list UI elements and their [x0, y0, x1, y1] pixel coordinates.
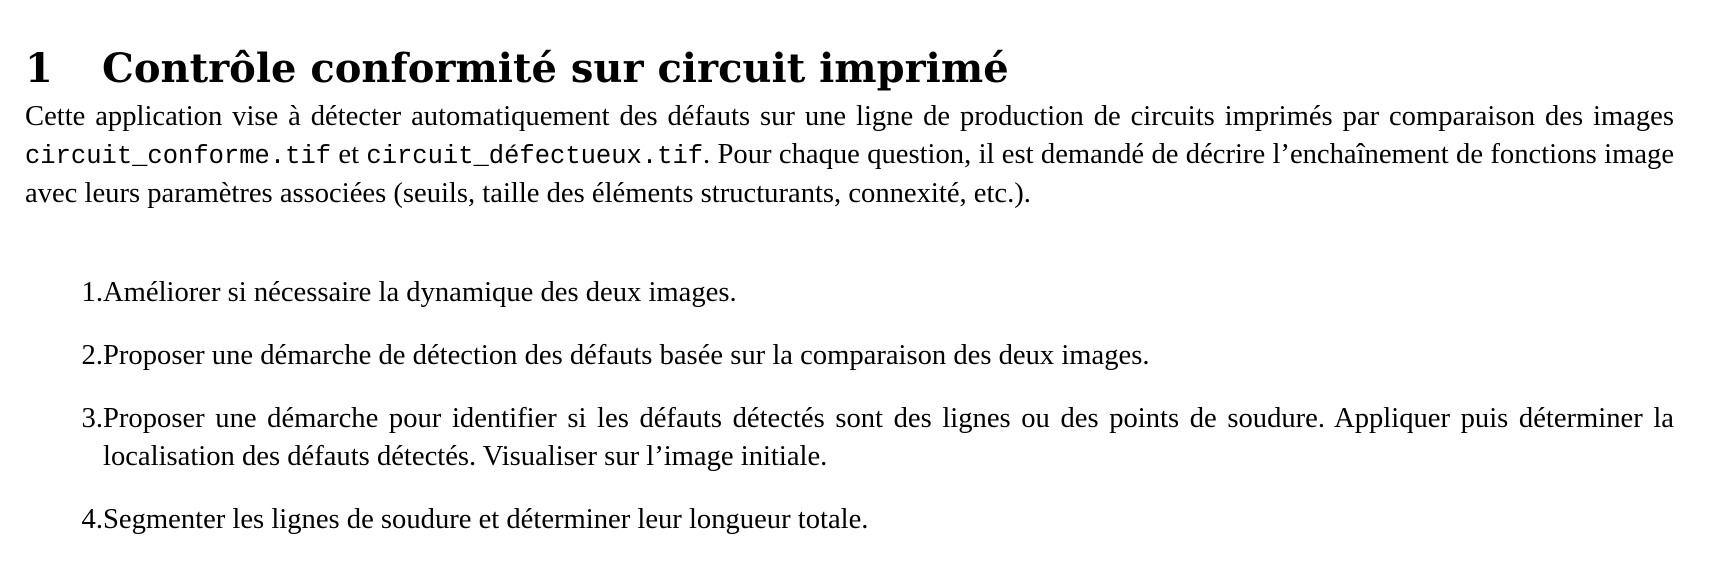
intro-text-before: Cette application vise à détecter automa… [25, 101, 1674, 132]
task-list: 1. Améliorer si nécessaire la dynamique … [25, 274, 1674, 564]
task-number: 4. [81, 503, 103, 535]
intro-text-between: et [331, 138, 367, 170]
task-item-3: 3. Proposer une démarche pour identifier… [25, 400, 1674, 475]
task-number: 3. [81, 403, 103, 434]
section-heading: 1 Contrôle conformité sur circuit imprimé [25, 41, 1009, 97]
section-title: Contrôle conformité sur circuit imprimé [102, 44, 1009, 92]
intro-paragraph: Cette application vise à détecter automa… [25, 98, 1674, 213]
task-text: Améliorer si nécessaire la dynamique des… [103, 277, 737, 308]
task-text: Proposer une démarche de détection des d… [103, 340, 1150, 371]
task-item-2: 2. Proposer une démarche de détection de… [25, 337, 1674, 375]
task-number: 2. [81, 340, 103, 371]
task-text: Segmenter les lignes de soudure et déter… [103, 503, 869, 535]
task-item-4: 4. Segmenter les lignes de soudure et dé… [25, 501, 1674, 539]
task-item-1: 1. Améliorer si nécessaire la dynamique … [25, 274, 1674, 312]
task-number: 1. [81, 277, 103, 308]
filename-defectueux: circuit_défectueux.tif [366, 141, 704, 171]
document-page: 1 Contrôle conformité sur circuit imprimé… [0, 0, 1720, 546]
section-number: 1 [25, 44, 53, 92]
task-text: Proposer une démarche pour identifier si… [103, 403, 1674, 472]
filename-conforme: circuit_conforme.tif [25, 141, 332, 171]
